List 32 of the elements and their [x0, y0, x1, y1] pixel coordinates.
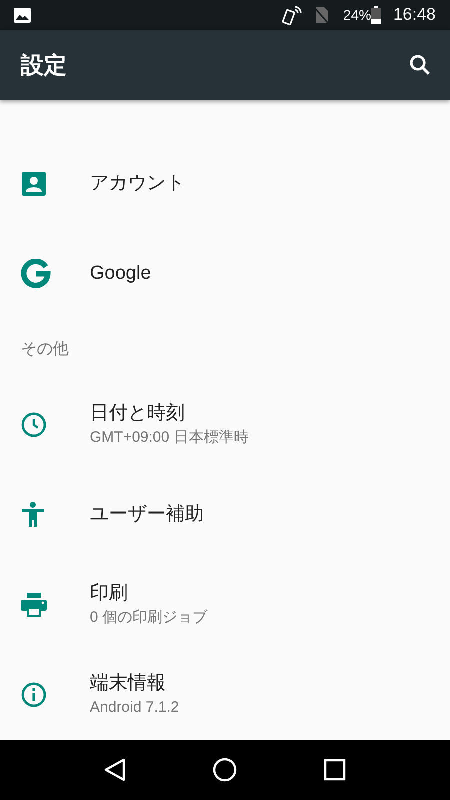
- clock-icon: [21, 412, 47, 438]
- item-title: 印刷: [90, 582, 129, 606]
- item-title: 端末情報: [90, 672, 167, 696]
- settings-item[interactable]: アカウント: [0, 139, 450, 229]
- item-title: Google: [90, 262, 152, 286]
- search-icon[interactable]: [408, 53, 432, 77]
- clock-time: 16:48: [393, 4, 436, 26]
- accessibility-icon: [21, 502, 45, 528]
- item-summary: GMT+09:00 日本標準時: [90, 428, 249, 448]
- home-icon[interactable]: [212, 758, 237, 782]
- item-summary: Android 7.1.2: [90, 698, 180, 718]
- image-icon: [14, 8, 31, 22]
- item-title: アカウント: [90, 172, 185, 196]
- back-icon[interactable]: [104, 758, 126, 782]
- settings-item[interactable]: ユーザー補助: [0, 470, 450, 560]
- battery-percent: 24%: [343, 6, 372, 24]
- screen-title: 設定: [21, 50, 68, 80]
- g-letter-icon: [21, 259, 51, 289]
- item-title: 日付と時刻: [90, 402, 186, 426]
- overview-icon[interactable]: [324, 759, 346, 781]
- settings-item[interactable]: 印刷 0 個の印刷ジョブ: [0, 560, 450, 650]
- person-icon: [21, 171, 47, 197]
- info-icon: [21, 682, 47, 708]
- section-header: その他: [21, 340, 69, 360]
- settings-item[interactable]: 日付と時刻 GMT+09:00 日本標準時: [0, 380, 450, 470]
- item-title: ユーザー補助: [90, 503, 204, 527]
- no-sim-icon: [313, 6, 330, 24]
- printer-icon: [21, 593, 47, 617]
- battery-icon: [371, 6, 382, 24]
- item-summary: 0 個の印刷ジョブ: [90, 608, 208, 628]
- settings-item[interactable]: 端末情報 Android 7.1.2: [0, 650, 450, 740]
- settings-item[interactable]: Google: [0, 229, 450, 319]
